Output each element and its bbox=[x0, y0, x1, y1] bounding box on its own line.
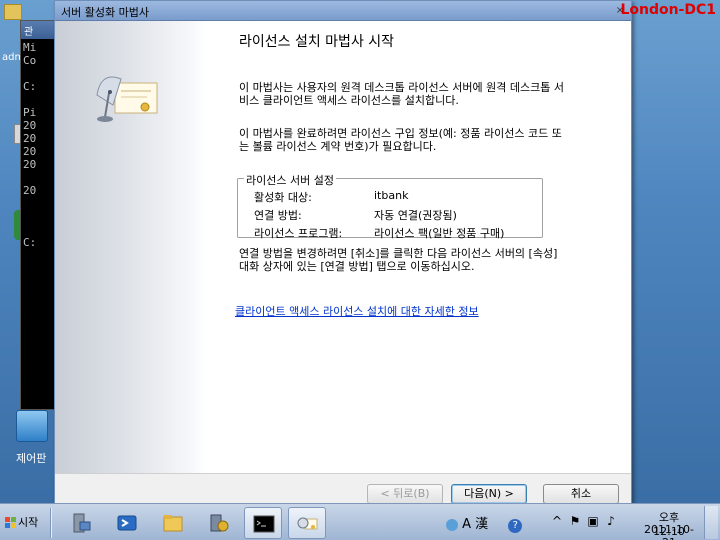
wizard-side-banner bbox=[55, 21, 205, 473]
window-titlebar[interactable]: 서버 활성화 마법사 × bbox=[55, 1, 631, 21]
wizard-heading: 라이선스 설치 마법사 시작 bbox=[239, 34, 395, 50]
volume-icon[interactable]: ♪ bbox=[604, 514, 618, 528]
more-info-link[interactable]: 클라이언트 액세스 라이선스 설치에 대한 자세한 정보 bbox=[235, 303, 479, 319]
control-panel-icon[interactable] bbox=[16, 410, 48, 442]
ime-indicator[interactable]: A 漢 ? bbox=[446, 513, 523, 533]
connection-method-value: 자동 연결(권장됨) bbox=[374, 209, 457, 222]
clock-date[interactable]: 2011-10-21 bbox=[638, 523, 700, 540]
license-program-value: 라이선스 팩(일반 정품 구매) bbox=[374, 227, 505, 240]
network-icon[interactable]: ▣ bbox=[586, 514, 600, 528]
requirements-paragraph: 이 마법사를 완료하려면 라이선스 구입 정보(예: 정품 라이선스 코드 또는… bbox=[239, 127, 562, 153]
server-name-label: London-DC1 bbox=[620, 2, 716, 18]
window-title: 서버 활성화 마법사 bbox=[61, 6, 149, 19]
taskbar-system-tool[interactable] bbox=[200, 507, 238, 539]
start-label: 시작 bbox=[18, 516, 39, 529]
wizard-footer: < 뒤로(B) 다음(N) > 취소 bbox=[55, 473, 631, 504]
taskbar-separator bbox=[50, 508, 52, 538]
intro-paragraph: 이 마법사는 사용자의 원격 데스크톱 라이선스 서버에 원격 데스크톱 서비스… bbox=[239, 81, 564, 107]
help-icon[interactable]: ? bbox=[508, 519, 523, 533]
language-icon bbox=[446, 518, 458, 531]
server-activation-wizard-window[interactable]: 서버 활성화 마법사 × 라이선스 설치 마법사 시작 이 마법사는 사용자의 … bbox=[54, 0, 632, 504]
connection-method-label: 연결 방법: bbox=[254, 209, 302, 222]
license-server-settings-group: 라이선스 서버 설정 활성화 대상: itbank 연결 방법: 자동 연결(권… bbox=[237, 172, 543, 240]
taskbar: 시작 A 漢 ? ^ ⚑ ▣ ♪ 오후 12:10 2011-10- bbox=[0, 503, 720, 540]
powershell-icon bbox=[117, 515, 137, 531]
taskbar-powershell[interactable] bbox=[108, 507, 146, 539]
license-wizard-icon bbox=[297, 517, 318, 530]
cancel-button[interactable]: 취소 bbox=[543, 484, 619, 504]
taskbar-command-prompt[interactable] bbox=[244, 507, 282, 539]
command-prompt-icon bbox=[253, 515, 275, 533]
tray-expand-icon[interactable]: ^ bbox=[550, 514, 564, 528]
back-button[interactable]: < 뒤로(B) bbox=[367, 484, 443, 504]
show-desktop-button[interactable] bbox=[704, 506, 718, 539]
control-panel-label: 제어판 bbox=[16, 452, 47, 465]
start-button[interactable]: 시작 bbox=[2, 510, 46, 536]
flag-notification-icon[interactable]: ⚑ bbox=[568, 514, 582, 528]
ime-mode: A 漢 bbox=[462, 517, 489, 532]
activation-target-label: 활성화 대상: bbox=[254, 191, 312, 204]
group-legend: 라이선스 서버 설정 bbox=[244, 172, 336, 188]
activation-target-value: itbank bbox=[374, 189, 409, 202]
server-manager-icon bbox=[73, 513, 91, 533]
system-tray: ^ ⚑ ▣ ♪ bbox=[538, 512, 638, 534]
folder-icon bbox=[163, 515, 183, 532]
license-program-label: 라이선스 프로그램: bbox=[254, 227, 343, 240]
next-button[interactable]: 다음(N) > bbox=[451, 484, 527, 504]
change-method-paragraph: 연결 방법을 변경하려면 [취소]를 클릭한 다음 라이선스 서버의 [속성] … bbox=[239, 247, 558, 273]
taskbar-license-wizard[interactable] bbox=[288, 507, 326, 539]
folder-icon[interactable] bbox=[4, 4, 22, 20]
license-certificate-icon bbox=[96, 76, 158, 122]
windows-flag-icon bbox=[5, 517, 16, 528]
wizard-content: 라이선스 설치 마법사 시작 이 마법사는 사용자의 원격 데스크톱 라이선스 … bbox=[55, 21, 631, 473]
taskbar-explorer[interactable] bbox=[154, 507, 192, 539]
taskbar-server-manager[interactable] bbox=[62, 507, 100, 539]
system-tool-icon bbox=[210, 514, 229, 532]
